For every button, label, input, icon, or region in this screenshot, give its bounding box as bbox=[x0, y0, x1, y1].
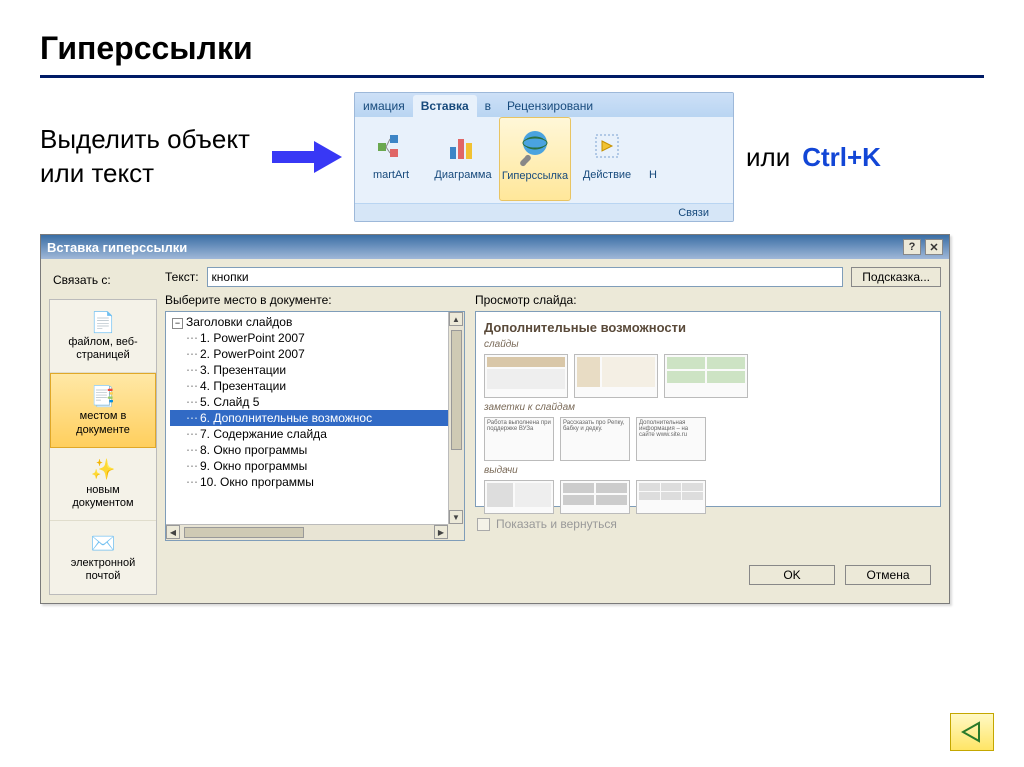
ribbon-item-label: Гиперссылка bbox=[500, 170, 570, 182]
smartart-icon bbox=[355, 123, 427, 169]
ribbon-fragment: имация Вставка в Рецензировани martArt Д… bbox=[354, 92, 734, 222]
tree-item[interactable]: ⋯3. Презентации bbox=[170, 362, 464, 378]
nav-prev-button[interactable] bbox=[950, 713, 994, 751]
ribbon-tab-prev[interactable]: имация bbox=[355, 95, 413, 117]
scroll-corner bbox=[448, 524, 464, 540]
top-row: Выделить объект или текст имация Вставка… bbox=[40, 92, 984, 222]
show-and-return-row: Показать и вернуться bbox=[475, 511, 941, 531]
link-target-label: местом вдокументе bbox=[55, 410, 151, 436]
show-and-return-label: Показать и вернуться bbox=[496, 517, 617, 531]
link-target-label: файлом, веб-страницей bbox=[54, 336, 152, 362]
preview-section-label: слайды bbox=[484, 339, 932, 350]
preview-thumb bbox=[484, 354, 568, 398]
preview-section-label: заметки к слайдам bbox=[484, 402, 932, 413]
preview-thumb bbox=[484, 480, 554, 514]
show-and-return-checkbox bbox=[477, 518, 490, 531]
preview-thumb: Дополнительная информация – на сайте www… bbox=[636, 417, 706, 461]
help-button[interactable]: ? bbox=[903, 239, 921, 255]
tooltip-button[interactable]: Подсказка... bbox=[851, 267, 941, 287]
globe-hyperlink-icon bbox=[500, 124, 570, 170]
cancel-button[interactable]: Отмена bbox=[845, 565, 931, 585]
link-target-email[interactable]: ✉️ электроннойпочтой bbox=[50, 521, 156, 593]
action-icon bbox=[571, 123, 643, 169]
link-target-place-in-doc[interactable]: 📑 местом вдокументе bbox=[50, 373, 156, 447]
cut-icon bbox=[643, 123, 663, 169]
preview-thumb: Рассказать про Репку, бабку и дедку. bbox=[560, 417, 630, 461]
scroll-left-icon[interactable]: ◀ bbox=[166, 525, 180, 539]
document-tree[interactable]: −Заголовки слайдов ⋯1. PowerPoint 2007 ⋯… bbox=[165, 311, 465, 541]
ribbon-tab-next[interactable]: Рецензировани bbox=[499, 95, 601, 117]
link-target-new-doc[interactable]: ✨ новымдокументом bbox=[50, 448, 156, 521]
ribbon-tabs: имация Вставка в Рецензировани bbox=[355, 93, 733, 117]
preview-slide-title: Дополнительные возможности bbox=[484, 320, 932, 335]
new-doc-icon: ✨ bbox=[54, 456, 152, 484]
ribbon-item-label: Диаграмма bbox=[427, 169, 499, 181]
link-target-label: электроннойпочтой bbox=[54, 557, 152, 583]
tree-item[interactable]: ⋯10. Окно программы bbox=[170, 474, 464, 490]
preview-thumb bbox=[664, 354, 748, 398]
tree-vertical-scrollbar[interactable]: ▲ ▼ bbox=[448, 312, 464, 524]
tree-item[interactable]: ⋯1. PowerPoint 2007 bbox=[170, 330, 464, 346]
tree-item[interactable]: ⋯5. Слайд 5 bbox=[170, 394, 464, 410]
choose-place-label: Выберите место в документе: bbox=[165, 293, 465, 307]
dialog-titlebar: Вставка гиперссылки ? ✕ bbox=[41, 235, 949, 259]
ribbon-group-label: Связи bbox=[355, 203, 733, 221]
file-web-icon: 📄 bbox=[54, 308, 152, 336]
tree-item[interactable]: ⋯2. PowerPoint 2007 bbox=[170, 346, 464, 362]
text-label: Текст: bbox=[165, 270, 199, 284]
close-button[interactable]: ✕ bbox=[925, 239, 943, 255]
ribbon-item-label: martArt bbox=[355, 169, 427, 181]
link-target-file-web[interactable]: 📄 файлом, веб-страницей bbox=[50, 300, 156, 373]
or-text: или bbox=[746, 142, 790, 173]
scroll-right-icon[interactable]: ▶ bbox=[434, 525, 448, 539]
ribbon-item-chart[interactable]: Диаграмма bbox=[427, 117, 499, 181]
ribbon-body: martArt Диаграмма Гиперссылка Действие bbox=[355, 117, 733, 203]
ribbon-item-action[interactable]: Действие bbox=[571, 117, 643, 181]
preview-thumb bbox=[574, 354, 658, 398]
page-title: Гиперссылки bbox=[40, 30, 984, 78]
preview-thumb: Работа выполнена при поддержке ВУЗа bbox=[484, 417, 554, 461]
ribbon-item-label: Действие bbox=[571, 169, 643, 181]
chart-icon bbox=[427, 123, 499, 169]
ribbon-item-smartart[interactable]: martArt bbox=[355, 117, 427, 181]
ribbon-item-label: Н bbox=[643, 169, 663, 181]
ribbon-tab-mid[interactable]: в bbox=[477, 95, 499, 117]
link-with-label: Связать с: bbox=[49, 267, 157, 293]
tree-item[interactable]: ⋯4. Презентации bbox=[170, 378, 464, 394]
place-in-doc-icon: 📑 bbox=[55, 382, 151, 410]
scroll-thumb[interactable] bbox=[184, 527, 304, 538]
ribbon-tab-active[interactable]: Вставка bbox=[413, 95, 477, 117]
hyperlink-dialog: Вставка гиперссылки ? ✕ Связать с: 📄 фай… bbox=[40, 234, 950, 604]
arrow-right-icon bbox=[272, 139, 342, 175]
tree-root-node[interactable]: −Заголовки слайдов bbox=[170, 314, 464, 330]
dialog-title: Вставка гиперссылки bbox=[47, 240, 187, 255]
instruction-text: Выделить объект или текст bbox=[40, 123, 260, 191]
tree-horizontal-scrollbar[interactable]: ◀ ▶ bbox=[166, 524, 448, 540]
tree-item[interactable]: ⋯7. Содержание слайда bbox=[170, 426, 464, 442]
scroll-down-icon[interactable]: ▼ bbox=[449, 510, 463, 524]
link-target-label: новымдокументом bbox=[54, 484, 152, 510]
link-target-panel: 📄 файлом, веб-страницей 📑 местом вдокуме… bbox=[49, 299, 157, 595]
ribbon-item-hyperlink[interactable]: Гиперссылка bbox=[499, 117, 571, 201]
preview-label: Просмотр слайда: bbox=[475, 293, 941, 307]
scroll-up-icon[interactable]: ▲ bbox=[449, 312, 463, 326]
preview-thumb bbox=[560, 480, 630, 514]
text-input[interactable] bbox=[207, 267, 844, 287]
preview-section-label: выдачи bbox=[484, 465, 932, 476]
tree-item-selected[interactable]: ⋯6. Дополнительные возможнос bbox=[170, 410, 464, 426]
email-icon: ✉️ bbox=[54, 529, 152, 557]
scroll-thumb[interactable] bbox=[451, 330, 462, 450]
tree-item[interactable]: ⋯8. Окно программы bbox=[170, 442, 464, 458]
ribbon-item-cut[interactable]: Н bbox=[643, 117, 663, 181]
slide-preview: Дополнительные возможности слайды заметк… bbox=[475, 311, 941, 507]
preview-thumb bbox=[636, 480, 706, 514]
shortcut-text: Ctrl+K bbox=[802, 142, 881, 173]
ok-button[interactable]: OK bbox=[749, 565, 835, 585]
triangle-left-icon bbox=[961, 721, 983, 743]
tree-item[interactable]: ⋯9. Окно программы bbox=[170, 458, 464, 474]
